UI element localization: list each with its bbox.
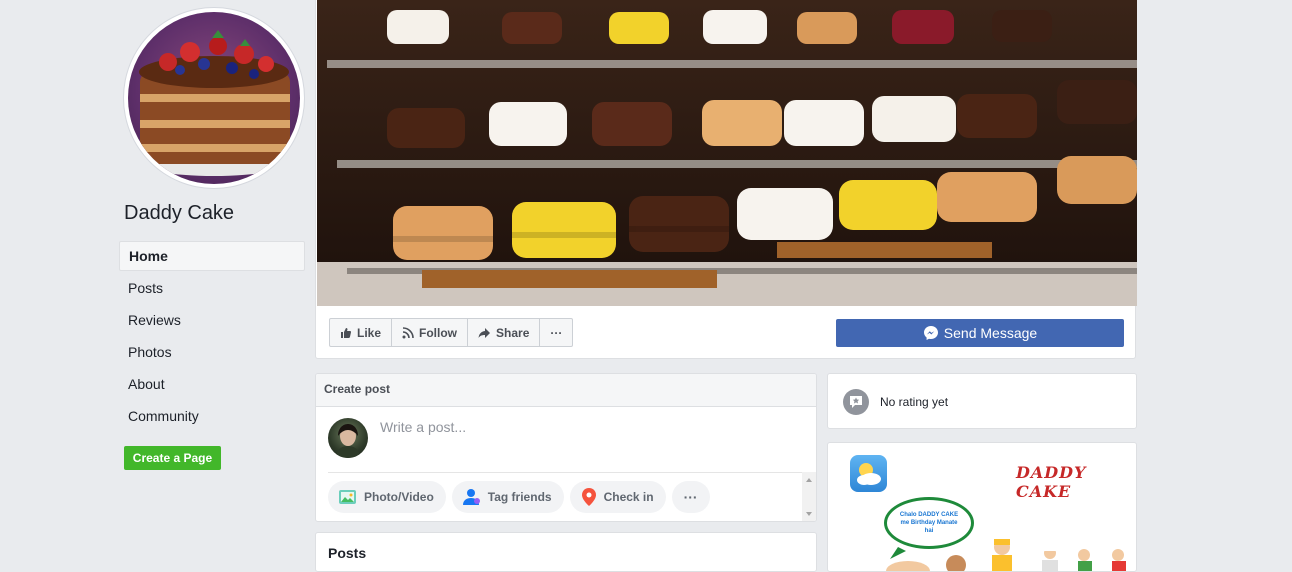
like-button[interactable]: Like — [330, 319, 393, 346]
create-post-header: Create post — [316, 374, 816, 407]
create-post-actions: Photo/Video Tag friends Check in ··· — [328, 481, 716, 513]
like-label: Like — [357, 325, 382, 340]
create-post-divider — [328, 472, 802, 473]
more-actions-button[interactable]: ··· — [540, 319, 572, 346]
star-bubble-icon — [843, 389, 869, 415]
tag-friends-icon — [462, 489, 480, 505]
cover-card: Like Follow Share ··· Send Message — [315, 0, 1137, 359]
cover-photo[interactable] — [317, 0, 1137, 306]
nav-item-photos[interactable]: Photos — [119, 337, 305, 367]
page-navigation: Home Posts Reviews Photos About Communit… — [119, 241, 305, 433]
user-avatar — [328, 418, 368, 458]
page-action-group: Like Follow Share ··· — [329, 318, 574, 347]
share-button[interactable]: Share — [468, 319, 541, 346]
create-post-card: Create post Write a post... Photo/Video … — [315, 373, 817, 522]
photo-video-button[interactable]: Photo/Video — [328, 481, 446, 513]
nav-item-posts[interactable]: Posts — [119, 273, 305, 303]
create-post-scrollbar[interactable] — [802, 472, 816, 521]
messenger-icon — [923, 326, 938, 340]
more-post-options-button[interactable]: ··· — [671, 481, 710, 513]
photo-video-label: Photo/Video — [364, 490, 434, 504]
profile-picture[interactable] — [124, 8, 304, 188]
nav-item-reviews[interactable]: Reviews — [119, 305, 305, 335]
rss-icon — [402, 326, 414, 338]
location-pin-icon — [581, 488, 596, 506]
send-message-label: Send Message — [943, 325, 1038, 341]
rating-status: No rating yet — [880, 395, 949, 409]
write-post-input[interactable]: Write a post... — [380, 419, 780, 435]
check-in-label: Check in — [603, 490, 654, 504]
promo-figures — [886, 539, 1126, 571]
posts-card: Posts — [315, 532, 817, 572]
tag-friends-label: Tag friends — [487, 490, 552, 504]
nav-item-community[interactable]: Community — [119, 401, 305, 431]
follow-label: Follow — [419, 325, 458, 340]
follow-button[interactable]: Follow — [392, 319, 469, 346]
more-dots-icon: ··· — [683, 489, 698, 505]
check-in-button[interactable]: Check in — [569, 481, 666, 513]
profile-image — [128, 12, 300, 184]
send-message-button[interactable]: Send Message — [836, 319, 1124, 347]
rating-card: No rating yet — [827, 373, 1137, 429]
tag-friends-button[interactable]: Tag friends — [451, 481, 564, 513]
create-page-button[interactable]: Create a Page — [124, 446, 221, 470]
photo-icon — [339, 490, 356, 504]
more-dots-icon: ··· — [550, 325, 563, 340]
page-title: Daddy Cake — [124, 202, 235, 224]
share-arrow-icon — [478, 327, 491, 338]
nav-item-about[interactable]: About — [119, 369, 305, 399]
thumbs-up-icon — [341, 327, 352, 338]
nav-item-home[interactable]: Home — [119, 241, 305, 271]
promo-image-card[interactable]: DADDY CAKE Chalo DADDY CAKE me Birthday … — [827, 442, 1137, 572]
share-label: Share — [496, 325, 530, 340]
posts-heading: Posts — [328, 545, 367, 561]
